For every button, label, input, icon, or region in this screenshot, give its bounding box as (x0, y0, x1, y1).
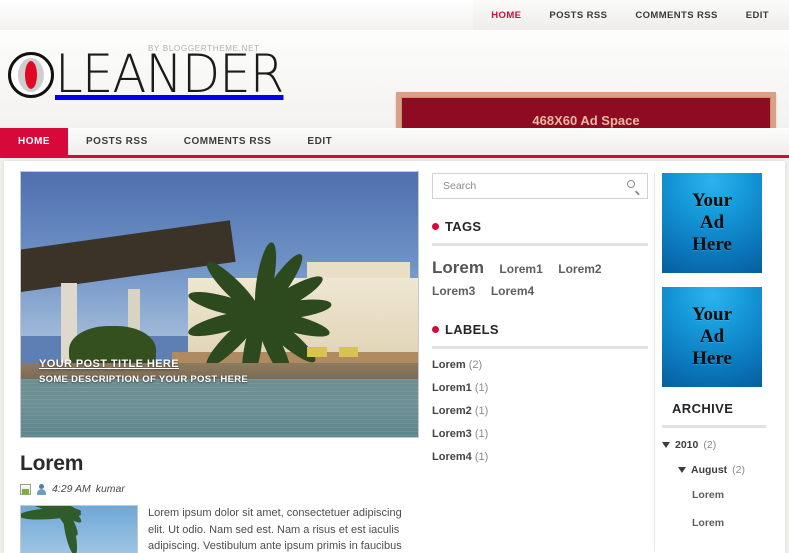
post-meta: 4:29 AM kumar (20, 483, 420, 495)
ad-box-2-line3: Here (692, 348, 732, 369)
tags-widget-title: TAGS (445, 219, 482, 234)
topnav-item-edit[interactable]: EDIT (746, 10, 769, 21)
top-bar: HOME POSTS RSS COMMENTS RSS EDIT (0, 0, 789, 30)
archive-month-label[interactable]: August (691, 464, 727, 476)
ad-box-2-line2: Ad (699, 326, 725, 347)
post-meta-author[interactable]: kumar (96, 483, 125, 495)
topnav-item-comments-rss[interactable]: COMMENTS RSS (635, 10, 717, 21)
main-navigation: HOME POSTS RSS COMMENTS RSS EDIT (0, 128, 789, 158)
labels-widget-header: LABELS (432, 322, 648, 337)
list-item: Lorem4 (1) (432, 451, 648, 463)
hero-pool (21, 378, 418, 437)
user-icon (36, 483, 47, 495)
chevron-down-icon[interactable] (678, 467, 686, 473)
hero-caption-description: SOME DESCRIPTION OF YOUR POST HERE (39, 374, 249, 385)
sidebar-column: TAGS Lorem Lorem1 Lorem2 Lorem3 Lorem4 L… (432, 173, 648, 474)
search-icon[interactable] (627, 180, 640, 195)
archive-year-label[interactable]: 2010 (675, 439, 698, 451)
archive-divider (662, 425, 766, 428)
topnav-item-home[interactable]: HOME (491, 10, 521, 21)
hero-lounger-1 (306, 346, 327, 358)
tag-item[interactable]: Lorem (432, 258, 484, 277)
hero-palm-tree (180, 236, 339, 388)
header-ad-banner-label: 468X60 Ad Space (532, 112, 640, 128)
label-link[interactable]: Lorem4 (432, 451, 472, 463)
ad-box-1-line3: Here (692, 234, 732, 255)
ad-box-1-line1: Your (691, 190, 733, 211)
logo-text: LEANDER (55, 44, 284, 105)
site-header: BY BLOGGERTHEME.NET LEANDER 468X60 Ad Sp… (0, 30, 789, 148)
label-count: (1) (474, 382, 489, 394)
hero-caption-title[interactable]: YOUR POST TITLE HERE (39, 358, 248, 370)
label-link[interactable]: Lorem (432, 359, 466, 371)
nav-item-comments-rss[interactable]: COMMENTS RSS (166, 128, 290, 155)
tag-cloud: Lorem Lorem1 Lorem2 Lorem3 Lorem4 (432, 257, 648, 302)
tags-widget-header: TAGS (432, 219, 648, 234)
post-body: Lorem ipsum dolor sit amet, consectetuer… (20, 505, 420, 553)
ad-box-1-line2: Ad (699, 212, 725, 233)
tag-item[interactable]: Lorem1 (499, 262, 542, 276)
logo-oleander-icon (8, 52, 54, 98)
search-box[interactable] (432, 173, 648, 199)
ad-box-2-line1: Your (691, 304, 733, 325)
list-item: Lorem (2) (432, 359, 648, 371)
tag-item[interactable]: Lorem2 (558, 262, 601, 276)
archive-year-row[interactable]: 2010 (2) (662, 439, 770, 451)
labels-divider (432, 346, 648, 349)
labels-list: Lorem (2) Lorem1 (1) Lorem2 (1) Lorem3 (… (432, 359, 648, 463)
archive-post-link[interactable]: Lorem (692, 517, 770, 529)
list-item: Lorem1 (1) (432, 382, 648, 394)
topnav-item-posts-rss[interactable]: POSTS RSS (549, 10, 607, 21)
tag-item[interactable]: Lorem4 (491, 284, 534, 298)
tags-bullet-icon (432, 223, 439, 230)
site-logo[interactable]: LEANDER (8, 44, 298, 105)
nav-item-posts-rss[interactable]: POSTS RSS (68, 128, 166, 155)
label-count: (1) (474, 405, 489, 417)
hero-caption: YOUR POST TITLE HERE SOME DESCRIPTION OF… (39, 358, 248, 385)
content-area: YOUR POST TITLE HERE SOME DESCRIPTION OF… (4, 161, 785, 553)
list-item: Lorem3 (1) (432, 428, 648, 440)
hero-lounger-2 (338, 346, 359, 358)
right-sidebar: Your Ad Here Your Ad Here ARCHIVE 2010 (… (662, 173, 770, 545)
top-navigation: HOME POSTS RSS COMMENTS RSS EDIT (473, 0, 789, 30)
archive-post-link[interactable]: Lorem (692, 489, 770, 501)
chevron-down-icon[interactable] (662, 442, 670, 448)
nav-item-edit[interactable]: EDIT (289, 128, 350, 155)
ad-box-2[interactable]: Your Ad Here (662, 287, 762, 387)
tag-item[interactable]: Lorem3 (432, 284, 475, 298)
archive-year-count: (2) (703, 439, 717, 451)
search-input[interactable] (441, 179, 621, 193)
post-title[interactable]: Lorem (20, 452, 420, 476)
label-link[interactable]: Lorem1 (432, 382, 472, 394)
label-count: (2) (468, 359, 483, 371)
post-excerpt: Lorem ipsum dolor sit amet, consectetuer… (148, 507, 402, 552)
label-count: (1) (474, 428, 489, 440)
post-column: YOUR POST TITLE HERE SOME DESCRIPTION OF… (20, 171, 420, 553)
labels-bullet-icon (432, 326, 439, 333)
calendar-icon (20, 483, 31, 495)
page-root: HOME POSTS RSS COMMENTS RSS EDIT BY BLOG… (0, 0, 789, 553)
archive-month-count: (2) (732, 464, 746, 476)
list-item: Lorem2 (1) (432, 405, 648, 417)
label-count: (1) (474, 451, 489, 463)
sidebar-divider (654, 173, 655, 551)
post-meta-time: 4:29 AM (52, 483, 91, 495)
label-link[interactable]: Lorem2 (432, 405, 472, 417)
tags-divider (432, 243, 648, 246)
hero-image[interactable]: YOUR POST TITLE HERE SOME DESCRIPTION OF… (20, 171, 419, 438)
archive-widget-title: ARCHIVE (672, 401, 734, 416)
archive-tree: 2010 (2) August (2) Lorem Lorem (662, 439, 770, 529)
label-link[interactable]: Lorem3 (432, 428, 472, 440)
labels-widget-title: LABELS (445, 322, 499, 337)
archive-month-row[interactable]: August (2) (678, 464, 770, 476)
ad-box-1[interactable]: Your Ad Here (662, 173, 762, 273)
nav-item-home[interactable]: HOME (0, 128, 68, 155)
post-thumbnail[interactable] (20, 505, 138, 553)
